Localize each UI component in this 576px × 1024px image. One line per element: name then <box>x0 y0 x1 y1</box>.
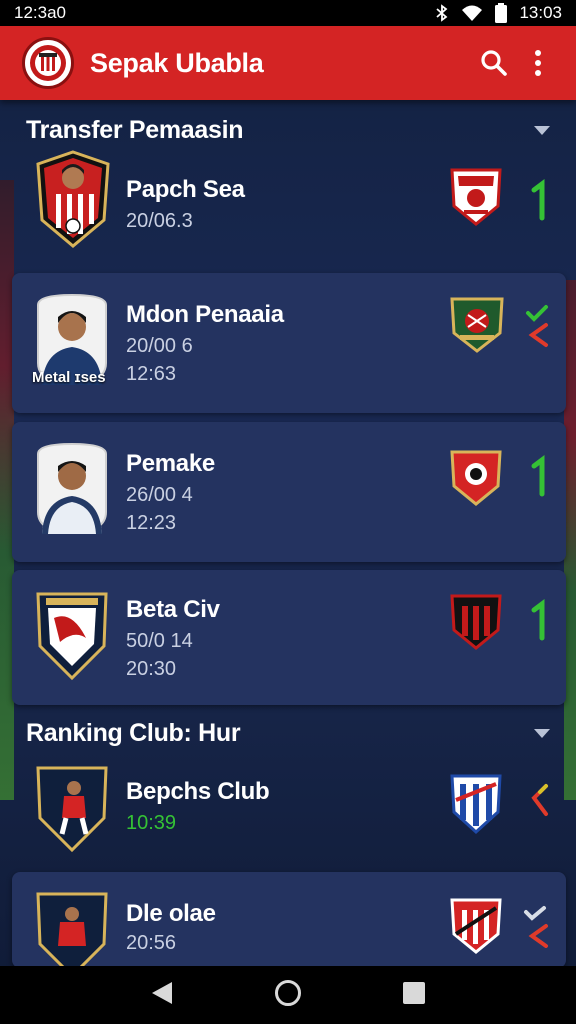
club-name: Dle olae <box>126 900 216 927</box>
transfer-time: 12:23 <box>126 512 177 534</box>
app-bar: Sepak Ubabla <box>0 26 576 100</box>
club-name: Bepchs Club <box>126 778 270 805</box>
transfer-item[interactable]: Beta Civ 50/0 14 20:30 <box>12 570 566 705</box>
club-crest-icon <box>448 894 504 956</box>
club-crest-icon <box>448 590 504 652</box>
player-name: Beta Civ <box>126 596 220 623</box>
chevron-down-icon[interactable] <box>534 728 550 738</box>
transfer-date: 26/00 4 <box>126 484 193 506</box>
trend-down-icon <box>520 780 556 826</box>
trend-up-icon <box>520 178 556 224</box>
ranking-item[interactable]: Bepchs Club 10:39 <box>12 758 566 870</box>
ranking-time: 20:56 <box>126 932 177 954</box>
trend-mixed-icon <box>520 303 556 349</box>
player-name: Mdon Penaaia <box>126 301 284 328</box>
home-icon[interactable] <box>274 979 302 1012</box>
search-icon[interactable] <box>472 41 516 85</box>
recents-icon[interactable] <box>402 981 426 1010</box>
transfer-item[interactable]: Pemake 26/00 4 12:23 <box>12 422 566 562</box>
club-crest-icon <box>448 166 504 228</box>
club-crest-icon <box>448 293 504 355</box>
status-icons: 13:03 <box>435 3 562 23</box>
player-name: Pemake <box>126 450 215 477</box>
transfer-time: 20:30 <box>126 658 177 680</box>
club-badge-avatar <box>34 590 108 681</box>
system-nav-bar <box>0 966 576 1024</box>
more-vert-icon[interactable] <box>516 41 560 85</box>
chevron-down-icon[interactable] <box>534 125 550 135</box>
section-header-ranking[interactable]: Ranking Club: Hur <box>0 705 576 761</box>
ranking-time: 10:39 <box>126 812 177 834</box>
club-badge-avatar <box>34 764 108 854</box>
club-crest-icon <box>448 770 504 835</box>
transfer-date: 20/06.3 <box>126 210 193 232</box>
wifi-icon <box>461 4 483 22</box>
player-avatar <box>34 150 110 248</box>
club-crest-icon <box>448 446 504 508</box>
transfer-item[interactable]: Metal ɪses Mdon Penaaia 20/00 6 12:63 <box>12 273 566 413</box>
player-avatar <box>34 442 108 534</box>
bluetooth-icon <box>435 4 449 22</box>
player-name: Papch Sea <box>126 176 245 203</box>
section-title-transfer: Transfer Pemaasin <box>26 115 244 144</box>
ranking-item[interactable]: Dle olae 20:56 <box>12 872 566 979</box>
transfer-date: 20/00 6 <box>126 335 193 357</box>
trend-up-icon <box>520 598 556 644</box>
club-logo-icon[interactable] <box>22 37 74 89</box>
transfer-time: 12:63 <box>126 363 177 385</box>
trend-up-icon <box>520 454 556 500</box>
transfer-date: 50/0 14 <box>126 630 193 652</box>
section-title-ranking: Ranking Club: Hur <box>26 718 241 747</box>
status-time-right: 13:03 <box>519 3 562 22</box>
status-bar: 12:3a0 13:03 <box>0 0 576 26</box>
back-icon[interactable] <box>150 980 174 1011</box>
trend-mixed-icon <box>520 902 556 948</box>
transfer-item[interactable]: Papch Sea 20/06.3 <box>12 150 566 268</box>
player-avatar-caption: Metal ɪses <box>32 369 106 386</box>
status-time-left: 12:3a0 <box>14 3 66 22</box>
app-title: Sepak Ubabla <box>90 47 264 78</box>
battery-icon <box>495 3 508 23</box>
